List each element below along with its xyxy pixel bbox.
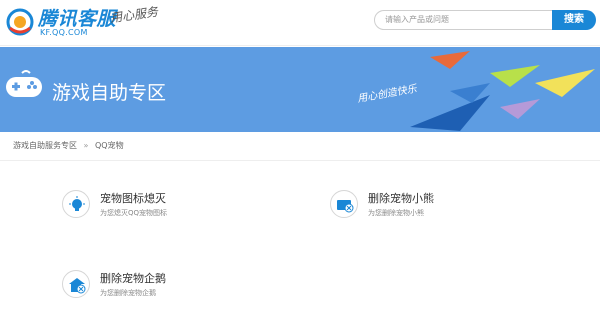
card-delete-pet-penguin[interactable]: 删除宠物企鹅 为您删除宠物企鹅 bbox=[62, 266, 302, 312]
card-hide-pet-icon[interactable]: 宠物图标熄灭 为您熄灭QQ宠物图标 bbox=[62, 186, 302, 232]
breadcrumb: 游戏自助服务专区 » QQ宠物 bbox=[13, 140, 124, 151]
breadcrumb-current: QQ宠物 bbox=[95, 141, 124, 150]
breadcrumb-separator: » bbox=[83, 141, 89, 150]
banner-title: 游戏自助专区 bbox=[52, 82, 167, 104]
card-description: 为您删除宠物小熊 bbox=[368, 209, 424, 217]
banner-slogan: 用心创造快乐 bbox=[356, 83, 418, 105]
breadcrumb-home-link[interactable]: 游戏自助服务专区 bbox=[13, 141, 77, 150]
delete-card-icon bbox=[330, 190, 358, 218]
banner: 游戏自助专区 用心创造快乐 bbox=[0, 47, 600, 132]
card-title[interactable]: 宠物图标熄灭 bbox=[100, 190, 166, 206]
search-input[interactable]: 请输入产品或问题 bbox=[374, 10, 554, 30]
lightbulb-icon bbox=[62, 190, 90, 218]
banner-decoration: 用心创造快乐 bbox=[356, 51, 595, 131]
logo-subtitle: KF.QQ.COM bbox=[40, 28, 88, 37]
card-delete-pet-bear[interactable]: 删除宠物小熊 为您删除宠物小熊 bbox=[330, 186, 570, 232]
card-title[interactable]: 删除宠物企鹅 bbox=[100, 270, 166, 286]
gamepad-icon bbox=[6, 70, 42, 97]
card-description: 为您删除宠物企鹅 bbox=[100, 289, 156, 297]
divider bbox=[0, 160, 600, 161]
logo-title[interactable]: 腾讯客服 bbox=[38, 4, 116, 31]
header-slogan: 用心服务 bbox=[109, 4, 159, 26]
card-title[interactable]: 删除宠物小熊 bbox=[368, 190, 434, 206]
top-header: 腾讯客服 KF.QQ.COM 用心服务 请输入产品或问题 搜索 bbox=[0, 0, 600, 46]
delete-home-icon bbox=[62, 270, 90, 298]
search-button[interactable]: 搜索 bbox=[552, 10, 596, 30]
card-description: 为您熄灭QQ宠物图标 bbox=[100, 209, 168, 217]
tencent-logo-icon[interactable] bbox=[6, 8, 34, 36]
